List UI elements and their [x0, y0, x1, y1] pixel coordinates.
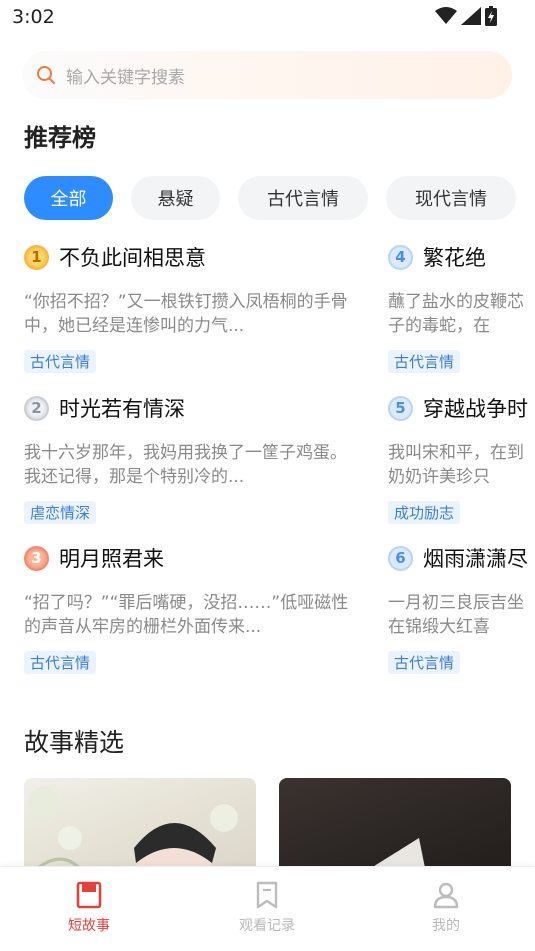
genre-tag: 古代言情 [24, 651, 97, 674]
rank-desc: 蘸了盐水的皮鞭芯子的毒蛇，在 [388, 292, 524, 336]
rank-badge: 5 [388, 395, 413, 421]
rank-title: 明月照君来 [59, 547, 164, 571]
rank-badge-silver: 2 [24, 395, 49, 421]
rank-item[interactable]: 6 烟雨潇潇尽 一月初三良辰吉坐在锦缎大红喜 古代言情 [388, 543, 535, 686]
status-time: 3:02 [12, 6, 55, 28]
rank-title: 穿越战争时 [423, 397, 528, 421]
rank-title: 时光若有情深 [59, 397, 185, 421]
nav-short-stories[interactable]: 短故事 [29, 881, 149, 935]
rank-title: 不负此间相思意 [59, 246, 206, 270]
nav-label: 观看记录 [239, 918, 295, 934]
category-tabs: 全部 悬疑 古代言情 现代言情 [24, 176, 535, 222]
search-icon [37, 66, 55, 84]
tab-suspense[interactable]: 悬疑 [131, 176, 220, 220]
rank-title: 繁花绝 [423, 246, 486, 270]
rank-item[interactable]: 2 时光若有情深 我十六岁那年，我妈用我换了一筐子鸡蛋。我还记得，那是个特别冷的… [24, 393, 364, 543]
wifi-icon [435, 7, 457, 24]
rank-desc: 我叫宋和平，在到奶奶许美珍只 [388, 443, 524, 487]
book-icon [76, 881, 102, 909]
genre-tag: 古代言情 [24, 350, 97, 373]
nav-profile[interactable]: 我的 [386, 881, 506, 935]
nav-watch-history[interactable]: 观看记录 [207, 881, 327, 935]
rank-badge: 6 [388, 545, 413, 571]
rank-badge: 4 [388, 244, 413, 270]
rank-title: 烟雨潇潇尽 [423, 547, 528, 571]
status-bar: 3:02 [0, 0, 535, 36]
rank-item[interactable]: 4 繁花绝 蘸了盐水的皮鞭芯子的毒蛇，在 古代言情 [388, 242, 535, 392]
rank-desc: 我十六岁那年，我妈用我换了一筐子鸡蛋。我还记得，那是个特别冷的... [24, 443, 347, 487]
nav-label: 我的 [432, 918, 460, 934]
bottom-nav: 短故事 观看记录 我的 [0, 866, 535, 951]
ranking-title: 推荐榜 [24, 124, 96, 152]
rank-item[interactable]: 3 明月照君来 “招了吗？”“罪后嘴硬，没招……”低哑磁性的声音从牢房的栅栏外面… [24, 543, 364, 686]
genre-tag: 成功励志 [388, 501, 461, 524]
user-icon [433, 882, 459, 909]
rank-desc: “你招不招？”又一根铁钉攒入凤梧桐的手骨中，她已经是连惨叫的力气... [24, 292, 348, 336]
rank-desc: 一月初三良辰吉坐在锦缎大红喜 [388, 593, 524, 637]
signal-icon [461, 7, 481, 25]
rank-desc: “招了吗？”“罪后嘴硬，没招……”低哑磁性的声音从牢房的栅栏外面传来... [24, 593, 349, 637]
rank-item[interactable]: 5 穿越战争时 我叫宋和平，在到奶奶许美珍只 成功励志 [388, 393, 535, 543]
rank-item[interactable]: 1 不负此间相思意 “你招不招？”又一根铁钉攒入凤梧桐的手骨中，她已经是连惨叫的… [24, 242, 364, 392]
status-icons [435, 6, 497, 26]
tab-ancient-romance[interactable]: 古代言情 [238, 176, 368, 220]
stories-title: 故事精选 [24, 728, 125, 757]
genre-tag: 古代言情 [388, 350, 461, 373]
ranking-list: 1 不负此间相思意 “你招不招？”又一根铁钉攒入凤梧桐的手骨中，她已经是连惨叫的… [0, 236, 535, 686]
bookmark-icon [256, 881, 278, 909]
tab-all[interactable]: 全部 [24, 176, 113, 220]
search-input[interactable]: 输入关键字搜素 [66, 63, 185, 88]
tab-modern-romance[interactable]: 现代言情 [386, 176, 516, 220]
nav-label: 短故事 [68, 918, 110, 934]
rank-badge-bronze: 3 [24, 545, 49, 571]
rank-badge-gold: 1 [24, 244, 49, 270]
battery-icon [485, 6, 497, 26]
search-bar[interactable]: 输入关键字搜素 [22, 51, 512, 99]
genre-tag: 古代言情 [388, 651, 461, 674]
genre-tag: 虐恋情深 [24, 501, 97, 524]
